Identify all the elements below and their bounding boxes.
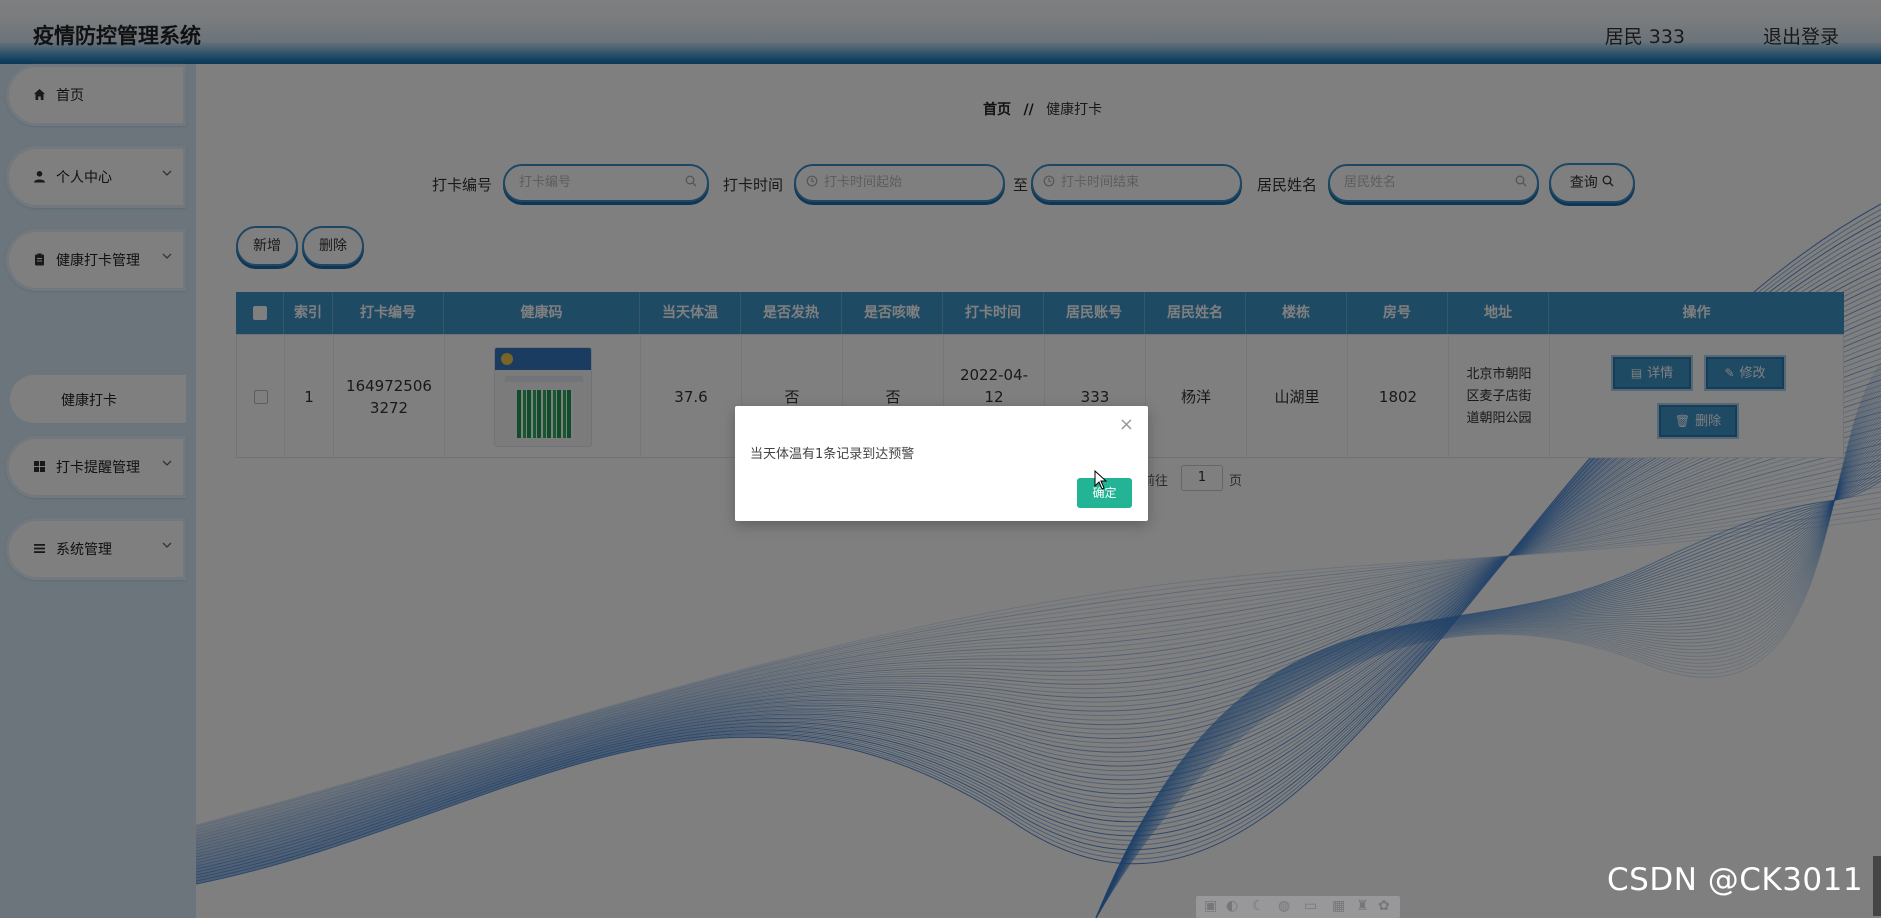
mouse-cursor-icon bbox=[1094, 470, 1108, 490]
ime-icon: ▣ bbox=[1204, 898, 1218, 914]
scrollbar[interactable] bbox=[1873, 856, 1881, 916]
app-root: 疫情防控管理系统 居民 333 退出登录 首页 个人中心 健康打卡管理 bbox=[0, 0, 1881, 918]
ime-icon: ☾ bbox=[1252, 898, 1265, 914]
ime-icon: ♜ bbox=[1356, 898, 1369, 914]
ime-icon: ◍ bbox=[1278, 898, 1291, 914]
ime-icon: ◐ bbox=[1226, 898, 1239, 914]
ime-icon: ▭ bbox=[1304, 898, 1318, 914]
alert-dialog: × 当天体温有1条记录到达预警 确定 bbox=[735, 406, 1148, 521]
watermark: CSDN @CK3011 bbox=[1607, 862, 1864, 898]
alert-message: 当天体温有1条记录到达预警 bbox=[750, 447, 915, 462]
close-icon[interactable]: × bbox=[1119, 416, 1134, 434]
ime-toolbar: ▣ ◐ ☾ ◍ ▭ ▦ ♜ ✿ bbox=[1196, 896, 1400, 918]
gear-icon: ✿ bbox=[1378, 898, 1390, 914]
ime-icon: ▦ bbox=[1332, 898, 1346, 914]
